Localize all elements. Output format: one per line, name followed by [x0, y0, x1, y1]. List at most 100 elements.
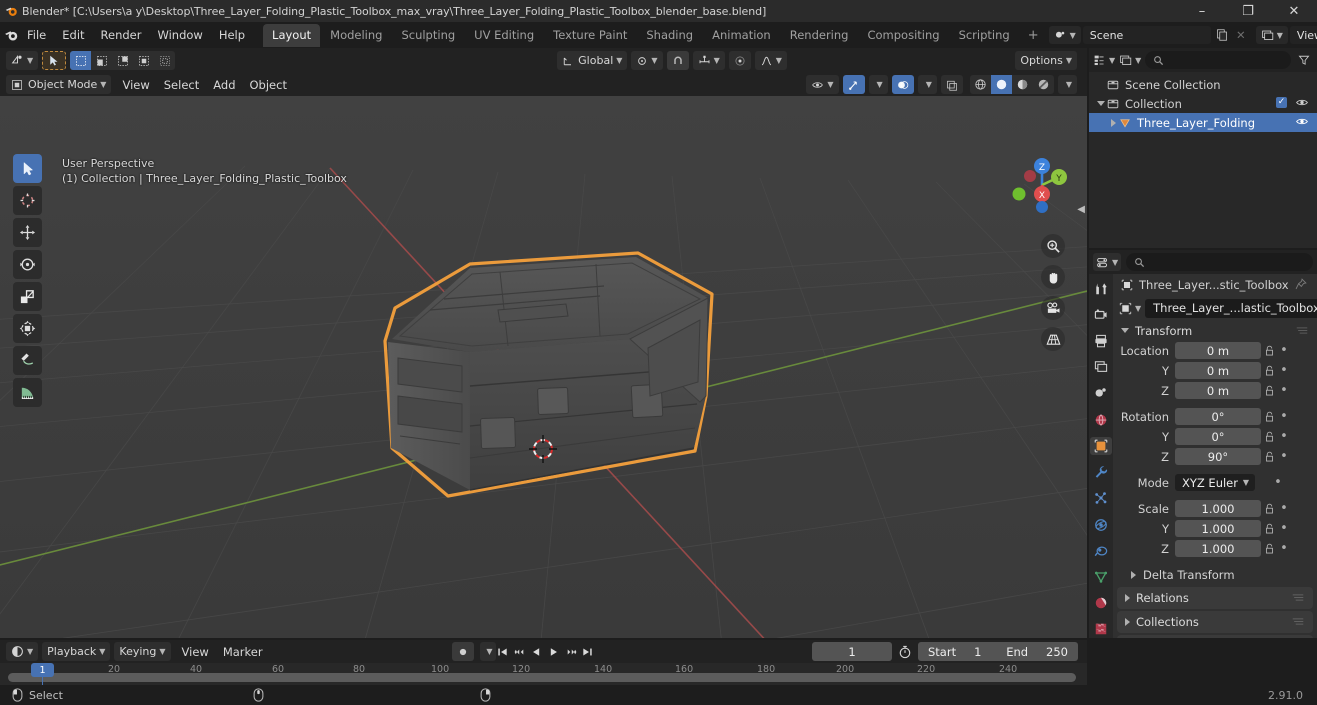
transform-tool[interactable] [13, 314, 42, 343]
visibility-selector[interactable]: ▼ [806, 75, 839, 94]
view-layer-icon[interactable] [1090, 359, 1112, 376]
outliner-filter-icon[interactable] [1295, 51, 1313, 69]
viewport-canvas[interactable]: User Perspective (1) Collection | Three_… [0, 96, 1087, 638]
object-name-field[interactable]: Three_Layer_...lastic_Toolbox [1145, 298, 1317, 318]
current-frame-field[interactable]: 1 [812, 642, 892, 661]
lock-icon[interactable] [1261, 431, 1277, 443]
relations-panel-header[interactable]: Relations [1117, 587, 1313, 609]
outliner-row-collection[interactable]: Collection ✓ [1089, 94, 1317, 113]
workspace-tab-modeling[interactable]: Modeling [321, 24, 391, 47]
workspace-tab-compositing[interactable]: Compositing [858, 24, 948, 47]
jump-to-prev-keyframe-button[interactable] [511, 642, 528, 661]
workspace-tab-sculpting[interactable]: Sculpting [392, 24, 464, 47]
eye-icon[interactable] [1295, 96, 1309, 112]
viewport-menu-select[interactable]: Select [157, 76, 206, 94]
viewport-3d[interactable]: ▼ Global ▼ ▼ ▼ ▼ Options ▼ Object Mode ▼… [0, 48, 1087, 638]
tool-icon[interactable] [1090, 280, 1112, 297]
animate-dot-icon[interactable]: • [1277, 542, 1291, 555]
select-mode-group[interactable] [70, 51, 176, 70]
shading-wireframe-icon[interactable] [970, 75, 991, 94]
menu-help[interactable]: Help [211, 25, 253, 45]
timeline-marker-menu[interactable]: Marker [216, 643, 270, 661]
toggle-perspective-icon[interactable] [1041, 327, 1065, 351]
lock-icon[interactable] [1261, 503, 1277, 515]
shading-solid-icon[interactable] [990, 75, 1012, 94]
jump-to-end-button[interactable] [579, 642, 596, 661]
lock-icon[interactable] [1261, 543, 1277, 555]
viewport-navigation-gizmo[interactable]: X Y Z [1011, 154, 1073, 216]
outliner-editor[interactable]: ▼ ▼ Scene Collection Collection ✓ Three_… [1089, 48, 1317, 248]
delta-transform-subpanel[interactable]: Delta Transform [1113, 564, 1317, 585]
workspace-tab-uv-editing[interactable]: UV Editing [465, 24, 543, 47]
lock-icon[interactable] [1261, 523, 1277, 535]
timeline-playhead[interactable]: 1 [31, 663, 54, 677]
expander-down-icon[interactable] [1095, 101, 1107, 106]
location-z-field[interactable]: 0 m [1175, 382, 1261, 399]
render-icon[interactable] [1090, 306, 1112, 323]
animate-dot-icon[interactable]: • [1277, 364, 1291, 377]
workspace-tab-layout[interactable]: Layout [263, 23, 321, 47]
proportional-falloff-icon[interactable]: ▼ [754, 51, 787, 70]
shading-dropdown[interactable]: ▼ [1057, 75, 1077, 94]
play-button[interactable] [545, 642, 562, 661]
animate-dot-icon[interactable]: • [1271, 476, 1285, 489]
instancing-panel-header[interactable]: Instancing [1117, 635, 1313, 638]
location-y-field[interactable]: 0 m [1175, 362, 1261, 379]
shading-material-preview-icon[interactable] [1012, 75, 1033, 94]
sidebar-toggle-arrow[interactable]: ◀ [1077, 204, 1085, 215]
unlink-scene-icon[interactable]: ✕ [1232, 26, 1250, 44]
world-icon[interactable] [1090, 411, 1112, 428]
object-mode-selector[interactable]: Object Mode ▼ [6, 75, 112, 94]
timeline-playback-menu[interactable]: Playback ▼ [42, 642, 111, 661]
outliner-row-scene-collection[interactable]: Scene Collection [1089, 75, 1317, 94]
menu-render[interactable]: Render [93, 25, 150, 45]
timeline-editor[interactable]: ▼ Playback ▼ Keying ▼ View Marker ▼ 1 St… [0, 640, 1087, 687]
constraints-icon[interactable] [1090, 542, 1112, 559]
menu-edit[interactable]: Edit [54, 25, 92, 45]
scene-name-field[interactable]: Scene [1082, 26, 1211, 44]
select-set-icon[interactable] [70, 51, 92, 70]
animate-dot-icon[interactable]: • [1277, 430, 1291, 443]
physics-icon[interactable] [1090, 516, 1112, 533]
shading-rendered-icon[interactable] [1033, 75, 1054, 94]
properties-editor-type-icon[interactable]: ▼ [1093, 253, 1122, 271]
lock-icon[interactable] [1261, 365, 1277, 377]
scale-x-field[interactable]: 1.000 [1175, 500, 1261, 517]
minimize-button[interactable]: – [1179, 0, 1225, 22]
animate-dot-icon[interactable]: • [1277, 450, 1291, 463]
workspace-tab-shading[interactable]: Shading [637, 24, 702, 47]
properties-search-input[interactable] [1126, 253, 1313, 271]
outliner-row-object[interactable]: Three_Layer_Folding [1089, 113, 1317, 132]
view-layer-name-field[interactable]: View Layer [1289, 26, 1317, 44]
viewport-menu-add[interactable]: Add [206, 76, 242, 94]
editor-type-selector[interactable]: ▼ [6, 51, 39, 70]
rotation-z-field[interactable]: 90° [1175, 448, 1261, 465]
properties-editor[interactable]: ▼ Three_Layer...stic_Toolbox ▼ Three_Lay… [1089, 250, 1317, 638]
scale-tool[interactable] [13, 282, 42, 311]
xray-toggle[interactable] [940, 75, 963, 94]
workspace-tab-animation[interactable]: Animation [703, 24, 780, 47]
panel-expander-down-icon[interactable] [1121, 328, 1129, 333]
pivot-point-selector[interactable]: ▼ [631, 51, 663, 70]
panel-expander-right-icon[interactable] [1131, 570, 1136, 579]
transform-orientation-selector[interactable]: Global ▼ [557, 51, 628, 70]
blender-menu-icon[interactable] [4, 28, 19, 43]
tool-header-active-tool[interactable] [42, 51, 67, 70]
start-frame-value[interactable]: 1 [974, 645, 981, 659]
viewport-menu-object[interactable]: Object [243, 76, 294, 94]
move-tool[interactable] [13, 218, 42, 247]
select-extend-icon[interactable] [91, 51, 112, 70]
animate-dot-icon[interactable]: • [1277, 522, 1291, 535]
new-scene-icon[interactable] [1213, 26, 1231, 44]
add-workspace-button[interactable]: + [1020, 28, 1047, 43]
gizmo-toggle[interactable] [842, 75, 865, 94]
scale-z-field[interactable]: 1.000 [1175, 540, 1261, 557]
lock-icon[interactable] [1261, 451, 1277, 463]
timeline-view-menu[interactable]: View [175, 643, 216, 661]
auto-keying-toggle[interactable] [452, 642, 474, 661]
end-frame-value[interactable]: 250 [1046, 645, 1068, 659]
use-preview-range-icon[interactable] [898, 645, 912, 659]
timeline-editor-type-icon[interactable]: ▼ [6, 642, 39, 661]
rotate-tool[interactable] [13, 250, 42, 279]
workspace-tab-texture-paint[interactable]: Texture Paint [544, 24, 636, 47]
